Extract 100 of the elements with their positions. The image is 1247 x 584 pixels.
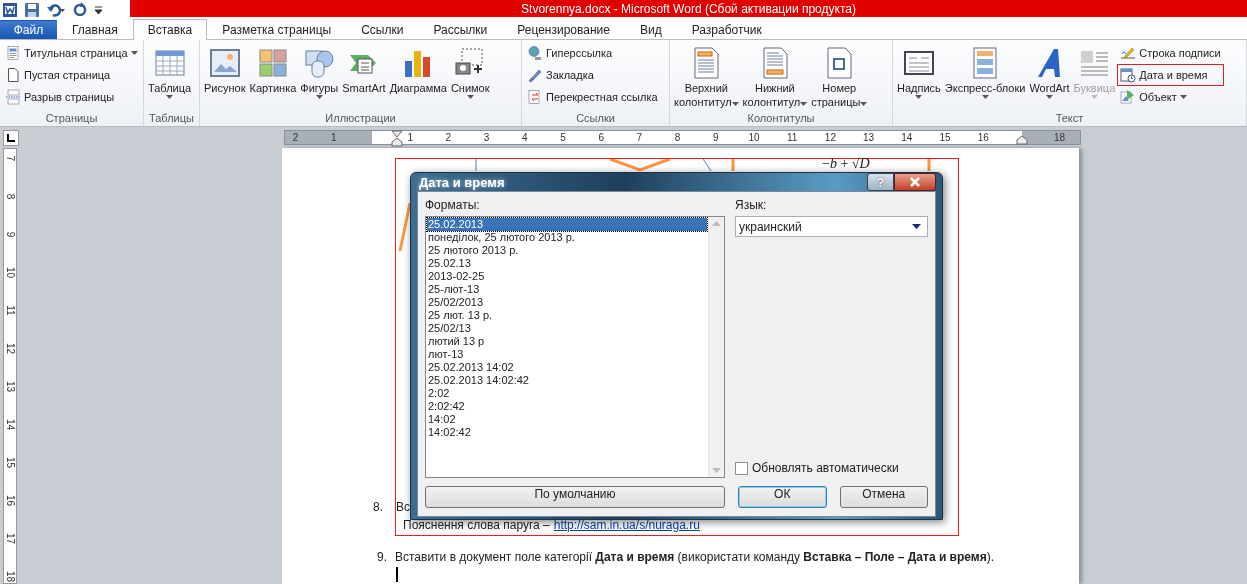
vertical-ruler[interactable]: 7 8 9 10 11 12 13 14 15 16 17 18	[3, 148, 17, 584]
tab-stop-selector[interactable]	[3, 130, 19, 146]
ruler-number: 9	[712, 132, 720, 143]
ribbon-tab[interactable]: Главная	[57, 20, 133, 39]
format-option[interactable]: 14:02:42	[427, 426, 707, 439]
format-option[interactable]: 14:02	[427, 413, 707, 426]
ribbon-button[interactable]: Нижний колонтитул	[740, 42, 810, 112]
table-icon	[153, 47, 186, 79]
caret-icon	[166, 95, 174, 99]
ribbon-button[interactable]: Картинка	[247, 42, 299, 112]
checkbox-label[interactable]: Обновлять автоматически	[752, 461, 899, 475]
format-option[interactable]: 2:02:42	[427, 400, 707, 413]
redo-icon[interactable]	[72, 2, 88, 18]
text-cursor	[396, 567, 398, 582]
format-option[interactable]: 25 лютого 2013 р.	[427, 244, 707, 257]
dialog-button[interactable]: ОК	[738, 486, 827, 508]
page-break-icon	[5, 89, 21, 105]
ribbon-button[interactable]: WordArt	[1027, 42, 1072, 112]
word-icon[interactable]	[2, 2, 18, 18]
corner-icon	[7, 134, 15, 142]
caret-icon	[1090, 95, 1098, 99]
ruler-number: 7	[4, 154, 16, 164]
ribbon-button[interactable]: Строка подписи	[1117, 42, 1224, 64]
group-label: Иллюстрации	[324, 112, 397, 126]
ribbon-button[interactable]: Номер страницы	[809, 42, 870, 112]
caret-icon	[915, 95, 923, 99]
format-option[interactable]: 25.02.2013 14:02:42	[427, 374, 707, 387]
caret-icon	[1179, 95, 1187, 99]
ribbon-button[interactable]: Пустая страница	[2, 64, 141, 86]
list-text: Вставити в документ поле категорії Дата и время (використати команду Вставка – Поле – Дата и время).	[395, 550, 995, 564]
caret-icon	[466, 95, 474, 99]
dialog-button[interactable]: Отмена	[839, 486, 928, 508]
ribbon-tab[interactable]: Вид	[624, 20, 677, 39]
list-number: 8.	[373, 500, 384, 514]
ribbon-tab[interactable]: Вставка	[132, 19, 208, 40]
ribbon-button[interactable]: Разрыв страницы	[2, 86, 141, 108]
ribbon-button[interactable]: Диаграмма	[387, 42, 449, 112]
undo-icon[interactable]	[46, 2, 66, 18]
format-option[interactable]: 25.02.2013 14:02	[427, 361, 707, 374]
group-label: Текст	[1054, 112, 1085, 126]
formats-list[interactable]	[425, 216, 725, 478]
ribbon-button[interactable]: Дата и время	[1117, 64, 1224, 86]
horizontal-ruler[interactable]: 2 1 1 2 3 4 5 6 7 8 9 10 11 12 13 14 15 16 18	[284, 130, 1081, 145]
cover-page-icon	[5, 45, 21, 61]
ribbon-button[interactable]: Объект	[1117, 86, 1224, 108]
blank-page-icon	[5, 67, 21, 83]
ribbon-button[interactable]: Верхний колонтитул	[672, 42, 741, 112]
ribbon-tab[interactable]: Ссылки	[346, 20, 419, 39]
ribbon-tab[interactable]: Рассылки	[418, 20, 503, 39]
language-dropdown[interactable]: украинский	[735, 216, 928, 237]
ribbon-button[interactable]: Перекрестная ссылка	[524, 86, 661, 108]
ribbon-button[interactable]: Надпись	[895, 42, 943, 112]
close-icon	[909, 177, 921, 187]
ruler-number: 2	[444, 132, 453, 143]
ribbon-button[interactable]: Таблица	[146, 42, 194, 112]
format-option[interactable]: 25.02.13	[427, 257, 707, 270]
indent-marker[interactable]	[391, 130, 403, 147]
ruler-number: 2	[291, 132, 300, 143]
close-button[interactable]	[894, 173, 936, 191]
ruler-number: 3	[482, 132, 491, 143]
window-title: Stvorennya.docx - Microsoft Word (Сбой активации продукта)	[521, 1, 856, 16]
ruler-number: 8	[4, 192, 16, 202]
indent-marker[interactable]	[1016, 135, 1028, 145]
group-label: Колонтитулы	[746, 112, 816, 126]
ribbon-tab[interactable]: Рецензирование	[502, 20, 625, 39]
ribbon-button[interactable]: Фигуры	[298, 42, 341, 112]
field-label: Форматы:	[425, 198, 481, 214]
ribbon-button[interactable]: Снимок	[448, 42, 492, 112]
ruler-number: 10	[4, 266, 16, 279]
ruler-number: 12	[823, 132, 837, 143]
ribbon-button[interactable]: Закладка	[524, 64, 661, 86]
ribbon-button[interactable]: Гиперссылка	[524, 42, 661, 64]
ribbon-button[interactable]: Рисунок	[202, 42, 248, 112]
format-option[interactable]: лют-13	[427, 348, 707, 361]
ribbon-button[interactable]: Экспресс-блоки	[942, 42, 1028, 112]
caret-icon	[860, 102, 868, 106]
link[interactable]: http://sam.in.ua/s/nuraga.ru	[553, 518, 700, 532]
format-option[interactable]: 25/02/13	[427, 322, 707, 335]
ribbon-tab[interactable]: Разработчик	[676, 20, 777, 39]
dialog-button[interactable]: По умолчанию	[425, 486, 725, 508]
checkbox[interactable]	[735, 461, 748, 475]
caret-icon	[912, 224, 921, 229]
format-option[interactable]: 2:02	[427, 387, 707, 400]
ruler-number: 11	[786, 132, 799, 143]
ribbon-tab[interactable]: Разметка страницы	[207, 20, 347, 39]
format-option[interactable]: понеділок, 25 лютого 2013 р.	[427, 231, 707, 244]
ribbon-button[interactable]: SmartArt	[340, 42, 388, 112]
ruler-number: 6	[597, 132, 605, 143]
format-option[interactable]: 2013-02-25	[427, 270, 707, 283]
format-option[interactable]: лютий 13 р	[427, 335, 707, 348]
format-option[interactable]: 25.02.2013	[427, 218, 707, 231]
line-segment	[925, 159, 933, 171]
format-option[interactable]: 25-лют-13	[427, 283, 707, 296]
format-option[interactable]: 25 лют. 13 р.	[427, 309, 707, 322]
format-option[interactable]: 25/02/2013	[427, 296, 707, 309]
image-icon	[208, 47, 241, 79]
save-icon[interactable]	[24, 2, 40, 18]
ribbon-tab[interactable]: Файл	[0, 20, 57, 39]
ruler-number: 14	[900, 132, 914, 143]
ribbon-button[interactable]: Титульная страница	[2, 42, 141, 64]
